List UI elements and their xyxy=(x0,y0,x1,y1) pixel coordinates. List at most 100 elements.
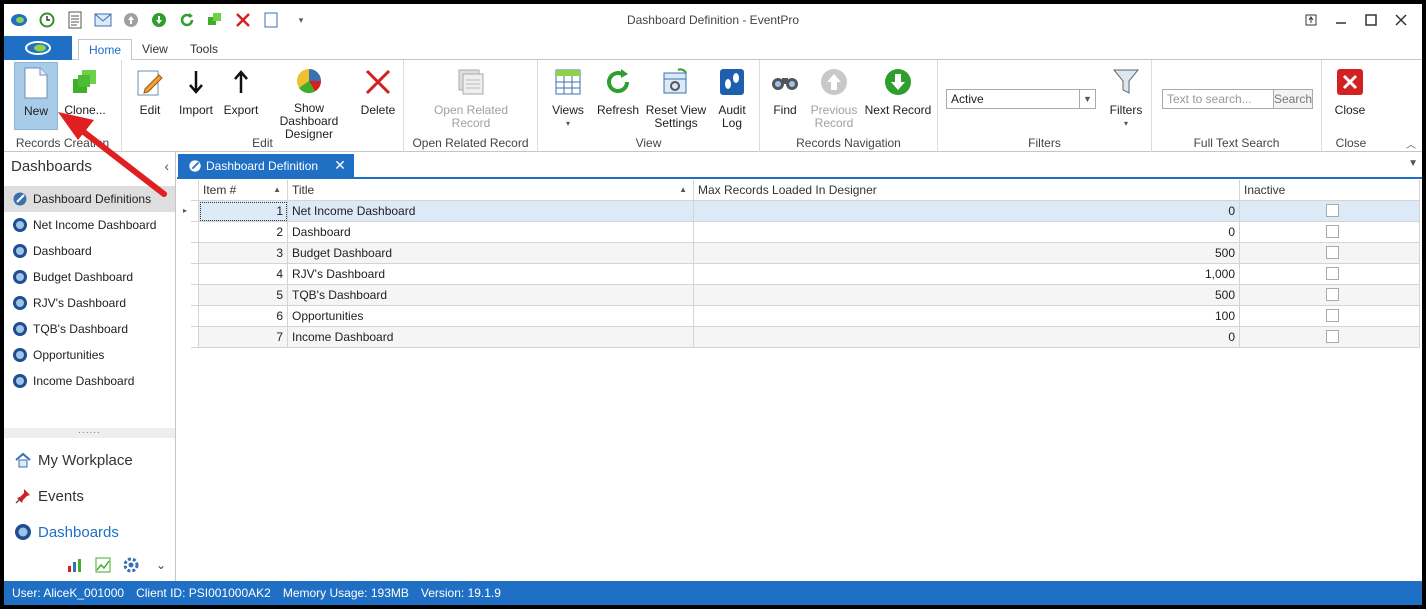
column-header-inactive[interactable]: Inactive xyxy=(1240,180,1420,201)
nav-item-budget-dashboard[interactable]: Budget Dashboard xyxy=(4,264,175,290)
search-button[interactable]: Search xyxy=(1273,89,1313,109)
column-header-title[interactable]: Title ▲ xyxy=(288,180,694,201)
table-row[interactable]: 6 Opportunities 100 xyxy=(191,306,1420,327)
chevron-down-icon[interactable]: ⌄ xyxy=(152,556,170,574)
cell-max-records[interactable]: 0 xyxy=(694,201,1240,222)
search-input[interactable]: Text to search... xyxy=(1162,89,1274,109)
bar-chart-icon[interactable] xyxy=(66,556,84,574)
cell-inactive[interactable] xyxy=(1240,285,1420,306)
reset-view-settings-button[interactable]: Reset View Settings xyxy=(644,62,708,130)
delete-button[interactable]: Delete xyxy=(358,62,398,130)
table-row[interactable]: 3 Budget Dashboard 500 xyxy=(191,243,1420,264)
refresh-button[interactable]: Refresh xyxy=(594,62,642,130)
close-tab-icon[interactable]: ✕ xyxy=(334,157,346,174)
close-button-label: Close xyxy=(1334,103,1366,117)
next-record-button[interactable]: Next Record xyxy=(862,62,934,130)
cell-inactive[interactable] xyxy=(1240,201,1420,222)
nav-item-net-income-dashboard[interactable]: Net Income Dashboard xyxy=(4,212,175,238)
nav-item-opportunities[interactable]: Opportunities xyxy=(4,342,175,368)
workspace-events[interactable]: Events xyxy=(4,481,175,511)
table-row[interactable]: 5 TQB's Dashboard 500 xyxy=(191,285,1420,306)
cell-max-records[interactable]: 0 xyxy=(694,222,1240,243)
chevron-down-icon[interactable]: ▼ xyxy=(1079,90,1095,108)
pin-icon[interactable] xyxy=(1300,10,1322,30)
ribbon-collapse-icon[interactable]: ︿ xyxy=(1406,136,1416,151)
cell-item[interactable]: 6 xyxy=(199,306,288,327)
cell-max-records[interactable]: 500 xyxy=(694,285,1240,306)
table-row[interactable]: 2 Dashboard 0 xyxy=(191,222,1420,243)
workspace-my-workplace[interactable]: My Workplace xyxy=(4,445,175,475)
maximize-icon[interactable] xyxy=(1360,10,1382,30)
cell-inactive[interactable] xyxy=(1240,222,1420,243)
settings-gear-icon[interactable] xyxy=(122,556,140,574)
cell-item[interactable]: 5 xyxy=(199,285,288,306)
filters-button[interactable]: Filters ▾ xyxy=(1104,62,1148,130)
tab-view[interactable]: View xyxy=(132,39,178,61)
application-menu-button[interactable] xyxy=(4,36,72,60)
open-related-record-button[interactable]: Open Related Record xyxy=(426,62,516,130)
find-button[interactable]: Find xyxy=(764,62,806,130)
cell-item[interactable]: 1 xyxy=(199,201,288,222)
views-button[interactable]: Views ▾ xyxy=(546,62,590,130)
cell-inactive[interactable] xyxy=(1240,264,1420,285)
previous-record-button[interactable]: Previous Record xyxy=(808,62,860,130)
edit-button[interactable]: Edit xyxy=(130,62,170,130)
table-row[interactable]: ▸ 1 Net Income Dashboard 0 xyxy=(183,201,1420,222)
inactive-checkbox[interactable] xyxy=(1326,225,1339,238)
close-icon[interactable] xyxy=(1390,10,1412,30)
tab-home[interactable]: Home xyxy=(78,39,133,61)
cell-title[interactable]: Net Income Dashboard xyxy=(288,201,694,222)
filter-status-select[interactable]: Active ▼ xyxy=(946,89,1096,109)
workspace-dashboards[interactable]: Dashboards xyxy=(4,517,175,547)
column-header-item[interactable]: Item # ▲ xyxy=(199,180,288,201)
nav-item-income-dashboard[interactable]: Income Dashboard xyxy=(4,368,175,394)
import-button[interactable]: Import xyxy=(174,62,218,130)
cell-inactive[interactable] xyxy=(1240,327,1420,348)
nav-item-dashboard-definitions[interactable]: Dashboard Definitions xyxy=(4,186,175,212)
cell-item[interactable]: 4 xyxy=(199,264,288,285)
show-dashboard-designer-button[interactable]: Show Dashboard Designer xyxy=(264,62,354,141)
cell-item[interactable]: 3 xyxy=(199,243,288,264)
tab-tools[interactable]: Tools xyxy=(180,39,228,61)
cell-inactive[interactable] xyxy=(1240,243,1420,264)
nav-item-dashboard[interactable]: Dashboard xyxy=(4,238,175,264)
cell-max-records[interactable]: 100 xyxy=(694,306,1240,327)
minimize-icon[interactable] xyxy=(1330,10,1352,30)
cell-item[interactable]: 7 xyxy=(199,327,288,348)
inactive-checkbox[interactable] xyxy=(1326,330,1339,343)
cell-max-records[interactable]: 0 xyxy=(694,327,1240,348)
audit-log-button[interactable]: Audit Log xyxy=(710,62,754,130)
inactive-checkbox[interactable] xyxy=(1326,267,1339,280)
close-button[interactable]: Close xyxy=(1328,62,1372,130)
cell-title[interactable]: RJV's Dashboard xyxy=(288,264,694,285)
new-button[interactable]: New xyxy=(14,62,58,130)
cell-title[interactable]: Income Dashboard xyxy=(288,327,694,348)
inactive-checkbox[interactable] xyxy=(1326,204,1339,217)
clone-button[interactable]: Clone... xyxy=(62,62,108,130)
pane-splitter[interactable]: ...... xyxy=(4,426,175,438)
inactive-checkbox[interactable] xyxy=(1326,246,1339,259)
cell-max-records[interactable]: 1,000 xyxy=(694,264,1240,285)
cell-title[interactable]: Dashboard xyxy=(288,222,694,243)
export-button[interactable]: Export xyxy=(220,62,262,130)
collapse-pane-icon[interactable]: ‹ xyxy=(164,158,169,174)
inactive-checkbox[interactable] xyxy=(1326,309,1339,322)
line-chart-icon[interactable] xyxy=(94,556,112,574)
cell-title[interactable]: Opportunities xyxy=(288,306,694,327)
inactive-checkbox[interactable] xyxy=(1326,288,1339,301)
cell-max-records[interactable]: 500 xyxy=(694,243,1240,264)
cell-item[interactable]: 2 xyxy=(199,222,288,243)
cell-title[interactable]: Budget Dashboard xyxy=(288,243,694,264)
table-row[interactable]: 4 RJV's Dashboard 1,000 xyxy=(191,264,1420,285)
document-menu-icon[interactable]: ▼ xyxy=(1408,158,1418,169)
filters-dropdown-icon: ▾ xyxy=(1123,119,1128,128)
cell-inactive[interactable] xyxy=(1240,306,1420,327)
nav-item-tqbs-dashboard[interactable]: TQB's Dashboard xyxy=(4,316,175,342)
nav-item-rjvs-dashboard[interactable]: RJV's Dashboard xyxy=(4,290,175,316)
cell-title[interactable]: TQB's Dashboard xyxy=(288,285,694,306)
table-row[interactable]: 7 Income Dashboard 0 xyxy=(191,327,1420,348)
refresh-button-label: Refresh xyxy=(596,103,640,117)
document-tab[interactable]: Dashboard Definition ✕ xyxy=(178,154,354,177)
workspace-label: My Workplace xyxy=(38,451,133,469)
column-header-max-records[interactable]: Max Records Loaded In Designer xyxy=(694,180,1240,201)
